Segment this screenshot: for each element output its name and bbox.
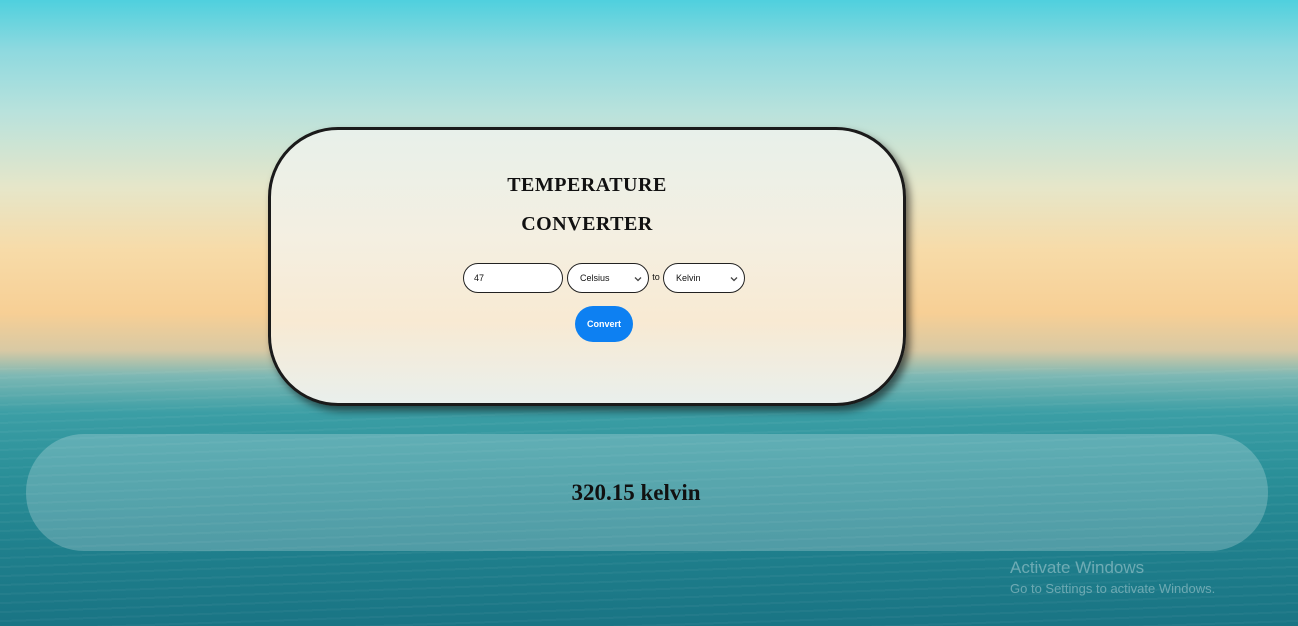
watermark-line-2: Go to Settings to activate Windows. <box>1010 581 1216 596</box>
convert-button[interactable]: Convert <box>575 306 633 342</box>
chevron-down-icon <box>634 277 642 282</box>
watermark-line-1: Activate Windows <box>1010 558 1145 577</box>
from-unit-value: Celsius <box>580 273 610 283</box>
converter-card: TEMPERATURE CONVERTER Celsius to Kelvin … <box>268 127 906 406</box>
from-unit-select[interactable]: Celsius <box>567 263 649 293</box>
to-label: to <box>652 272 660 282</box>
title-line-2: CONVERTER <box>521 213 653 235</box>
activate-windows-watermark: Activate Windows Go to Settings to activ… <box>1010 558 1215 596</box>
chevron-down-icon <box>730 277 738 282</box>
result-text: 320.15 kelvin <box>571 479 701 505</box>
to-unit-value: Kelvin <box>676 273 701 283</box>
title-line-1: TEMPERATURE <box>507 174 667 196</box>
to-unit-select[interactable]: Kelvin <box>663 263 745 293</box>
result-panel: 320.15 kelvin <box>26 434 1268 551</box>
temperature-input[interactable] <box>463 263 563 293</box>
conversion-row: Celsius to Kelvin <box>271 263 903 295</box>
